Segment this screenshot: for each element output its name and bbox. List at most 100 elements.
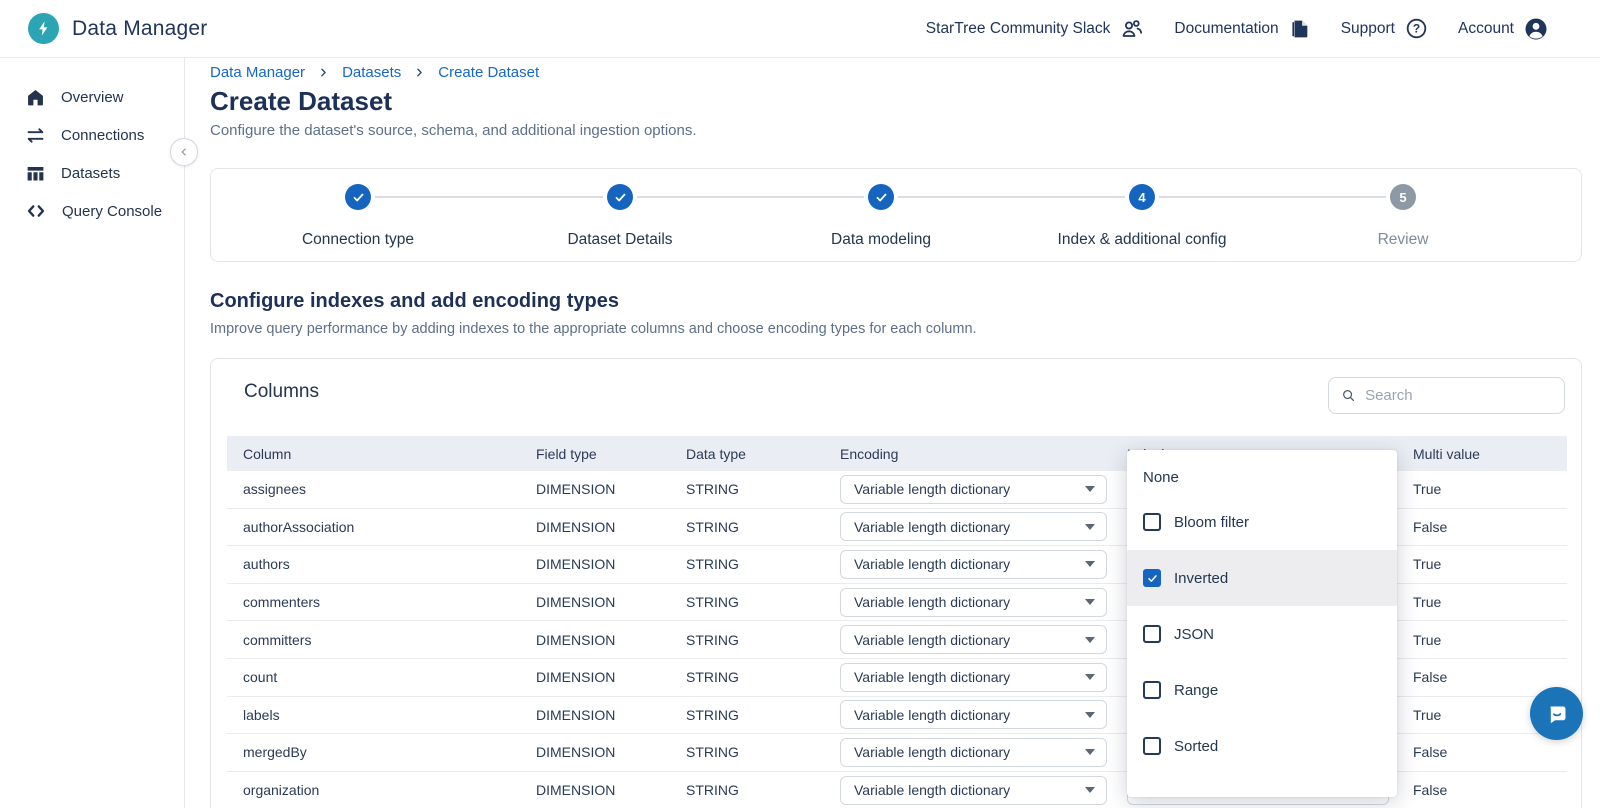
indexing-option-label: Bloom filter <box>1174 513 1250 531</box>
indexing-option-inverted[interactable]: Inverted <box>1127 550 1397 606</box>
chevron-down-icon <box>1085 711 1095 718</box>
breadcrumb: Data Manager Datasets Create Dataset <box>210 64 539 81</box>
encoding-select[interactable]: Variable length dictionary <box>840 549 1107 579</box>
cell-encoding: Variable length dictionary <box>824 549 1111 579</box>
indexing-option-range[interactable]: Range <box>1127 662 1397 718</box>
checkbox-bloom-filter[interactable] <box>1143 513 1161 531</box>
step-4-circle[interactable]: 4 <box>1129 184 1155 210</box>
cell-multi-value: True <box>1413 481 1442 498</box>
document-icon <box>1289 18 1311 40</box>
step-1-circle[interactable] <box>345 184 371 210</box>
cell-data-type: STRING <box>686 669 739 686</box>
cell-field-type: DIMENSION <box>536 706 616 723</box>
cell-encoding: Variable length dictionary <box>824 662 1111 692</box>
cell-multi-value: False <box>1413 744 1448 761</box>
chat-bubble-icon <box>1550 706 1565 723</box>
encoding-select[interactable]: Variable length dictionary <box>840 700 1107 730</box>
help-icon: ? <box>1405 17 1428 40</box>
chevron-down-icon <box>1085 561 1095 568</box>
indexing-option-json[interactable]: JSON <box>1127 606 1397 662</box>
indexing-option-none[interactable]: None <box>1127 460 1397 494</box>
top-nav-documentation[interactable]: Documentation <box>1174 18 1310 40</box>
cell-column-name: mergedBy <box>243 744 307 761</box>
cell-data-type: STRING <box>686 594 739 611</box>
cell-multi-value: False <box>1413 782 1448 799</box>
cell-multi-value: True <box>1413 594 1442 611</box>
chevron-down-icon <box>1085 523 1095 530</box>
stepper: Connection type Dataset Details Data model… <box>210 168 1582 262</box>
checkbox-json[interactable] <box>1143 625 1161 643</box>
cell-encoding: Variable length dictionary <box>824 737 1111 767</box>
app-logo[interactable]: Data Manager <box>28 13 207 44</box>
sidebar-collapse-button[interactable] <box>170 138 198 166</box>
chat-launcher-button[interactable] <box>1530 687 1583 740</box>
encoding-select[interactable]: Variable length dictionary <box>840 474 1107 504</box>
step-3-label: Data modeling <box>831 231 931 248</box>
top-nav: StarTree Community Slack Documentation Sup… <box>926 17 1548 41</box>
step-2-circle[interactable] <box>607 184 633 210</box>
column-header-column: Column <box>243 445 292 462</box>
chevron-right-icon <box>318 67 329 78</box>
sidebar-item-datasets[interactable]: Datasets <box>0 154 184 192</box>
top-nav-startree-community-slack[interactable]: StarTree Community Slack <box>926 17 1145 41</box>
cell-multi-value: False <box>1413 669 1448 686</box>
chevron-down-icon <box>1085 787 1095 794</box>
cell-column-name: labels <box>243 706 280 723</box>
cell-encoding: Variable length dictionary <box>824 474 1111 504</box>
encoding-select[interactable]: Variable length dictionary <box>840 737 1107 767</box>
step-connector <box>898 196 1125 198</box>
encoding-select[interactable]: Variable length dictionary <box>840 662 1107 692</box>
chevron-down-icon <box>1085 674 1095 681</box>
section-subtitle: Improve query performance by adding inde… <box>210 321 977 337</box>
encoding-select[interactable]: Variable length dictionary <box>840 775 1107 805</box>
sidebar-item-label: Query Console <box>62 202 163 220</box>
sidebar-nav: Overview Connections Datasets Query Console <box>0 58 184 230</box>
search-icon <box>1343 390 1355 402</box>
encoding-select[interactable]: Variable length dictionary <box>840 587 1107 617</box>
checkbox-sorted[interactable] <box>1143 737 1161 755</box>
checkbox-inverted[interactable] <box>1143 569 1161 587</box>
step-5-circle[interactable]: 5 <box>1390 184 1416 210</box>
indexing-option-bloom-filter[interactable]: Bloom filter <box>1127 494 1397 550</box>
column-header-field-type: Field type <box>536 445 597 462</box>
checkbox-range[interactable] <box>1143 681 1161 699</box>
sidebar-item-connections[interactable]: Connections <box>0 116 184 154</box>
account-icon <box>1524 17 1548 41</box>
indexing-option-sorted[interactable]: Sorted <box>1127 718 1397 774</box>
step-3-circle[interactable] <box>868 184 894 210</box>
breadcrumb-datasets[interactable]: Datasets <box>342 64 401 81</box>
cell-data-type: STRING <box>686 782 739 799</box>
indexing-option-label: Range <box>1174 681 1219 699</box>
cell-encoding: Variable length dictionary <box>824 625 1111 655</box>
cell-field-type: DIMENSION <box>536 631 616 648</box>
cell-encoding: Variable length dictionary <box>824 700 1111 730</box>
sidebar-item-overview[interactable]: Overview <box>0 78 184 116</box>
code-icon <box>25 200 47 222</box>
search-input[interactable] <box>1365 387 1552 404</box>
top-nav-label: Support <box>1340 19 1395 37</box>
breadcrumb-data-manager[interactable]: Data Manager <box>210 64 305 81</box>
datasets-icon <box>25 163 46 184</box>
cell-data-type: STRING <box>686 518 739 535</box>
chevron-right-icon <box>414 67 425 78</box>
breadcrumb-create-dataset[interactable]: Create Dataset <box>438 64 539 81</box>
sidebar-item-label: Datasets <box>61 164 121 182</box>
sidebar-item-query-console[interactable]: Query Console <box>0 192 184 230</box>
cell-column-name: count <box>243 669 278 686</box>
page-title: Create Dataset <box>210 86 393 116</box>
top-nav-label: Documentation <box>1174 19 1279 37</box>
cell-column-name: commenters <box>243 594 321 611</box>
encoding-select[interactable]: Variable length dictionary <box>840 625 1107 655</box>
home-icon <box>25 87 46 108</box>
section-title: Configure indexes and add encoding types <box>210 290 619 312</box>
indexing-dropdown-menu: None Bloom filter Inverted JSON Range Sorted <box>1127 450 1397 797</box>
step-2-label: Dataset Details <box>567 231 673 248</box>
cell-encoding: Variable length dictionary <box>824 512 1111 542</box>
cell-field-type: DIMENSION <box>536 481 616 498</box>
cell-field-type: DIMENSION <box>536 556 616 573</box>
cell-data-type: STRING <box>686 631 739 648</box>
top-nav-support[interactable]: Support? <box>1341 17 1428 40</box>
encoding-select[interactable]: Variable length dictionary <box>840 512 1107 542</box>
top-nav-account[interactable]: Account <box>1458 17 1548 41</box>
svg-text:?: ? <box>1413 22 1420 36</box>
